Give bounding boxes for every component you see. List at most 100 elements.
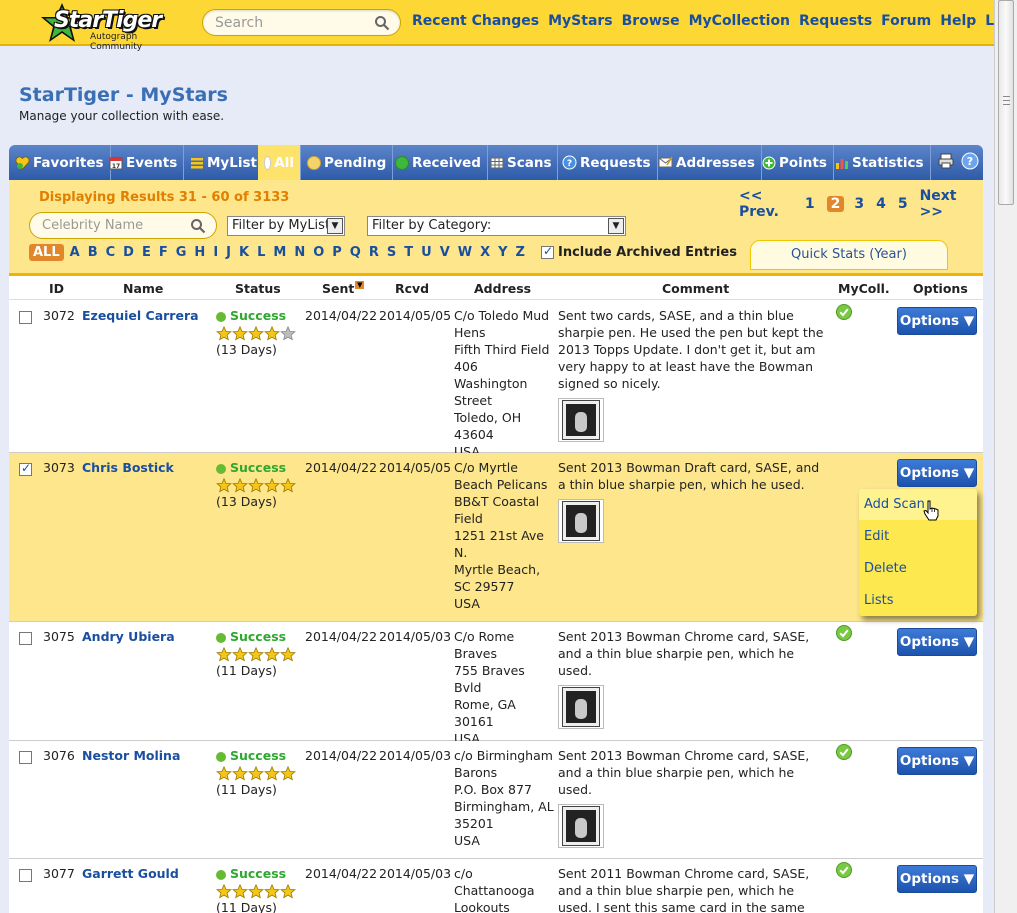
card-scan-thumbnail[interactable] xyxy=(558,685,604,729)
row-options-button[interactable]: Options ▼ xyxy=(897,459,977,487)
pager-page-5[interactable]: 5 xyxy=(898,196,908,212)
col-rcvd[interactable]: Rcvd xyxy=(395,281,429,296)
pager-next[interactable]: Next >> xyxy=(920,188,971,220)
alpha-filter-n[interactable]: N xyxy=(294,245,305,260)
alpha-filter-u[interactable]: U xyxy=(421,245,432,260)
tab-pending[interactable]: Pending xyxy=(301,145,394,180)
scrollbar-thumb[interactable] xyxy=(998,0,1014,205)
row-options-button[interactable]: Options ▼ xyxy=(897,628,977,656)
pager-prev[interactable]: << Prev. xyxy=(739,188,793,220)
tab-addresses[interactable]: Addresses xyxy=(652,145,762,180)
row-options-button[interactable]: Options ▼ xyxy=(897,747,977,775)
card-scan-thumbnail[interactable] xyxy=(558,499,604,543)
alpha-filter-e[interactable]: E xyxy=(142,245,151,260)
menu-item-add-scan[interactable]: Add Scan xyxy=(864,497,925,512)
alpha-filter-j[interactable]: J xyxy=(226,245,231,260)
row-celebrity-name[interactable]: Chris Bostick xyxy=(82,459,174,476)
quick-stats-tab[interactable]: Quick Stats (Year) xyxy=(750,240,948,270)
alpha-filter-all[interactable]: ALL xyxy=(29,244,64,261)
alpha-filter-k[interactable]: K xyxy=(239,245,249,260)
search-icon[interactable] xyxy=(374,15,390,31)
card-scan-thumbnail[interactable] xyxy=(558,398,604,442)
rating-stars xyxy=(216,647,296,662)
col-status[interactable]: Status xyxy=(235,281,281,296)
tab-scans[interactable]: Scans xyxy=(484,145,559,180)
celebrity-search xyxy=(29,212,217,239)
alpha-filter-q[interactable]: Q xyxy=(350,245,361,260)
alpha-filter-d[interactable]: D xyxy=(123,245,134,260)
menu-item-lists[interactable]: Lists xyxy=(864,593,894,608)
alpha-filter-s[interactable]: S xyxy=(387,245,396,260)
row-options-button[interactable]: Options ▼ xyxy=(897,865,977,893)
nav-logout[interactable]: Logout xyxy=(985,13,994,29)
tab-favorites[interactable]: Favorites xyxy=(9,145,111,180)
menu-item-delete[interactable]: Delete xyxy=(864,561,907,576)
page-scrollbar[interactable] xyxy=(994,0,1017,913)
col-name[interactable]: Name xyxy=(123,281,163,296)
row-options-button[interactable]: Options ▼ xyxy=(897,307,977,335)
nav-browse[interactable]: Browse xyxy=(622,13,680,29)
help-icon[interactable]: ? xyxy=(961,152,979,170)
pager-page-4[interactable]: 4 xyxy=(876,196,886,212)
celebrity-name-input[interactable] xyxy=(40,217,180,234)
alpha-filter-v[interactable]: V xyxy=(440,245,450,260)
status-text: Success xyxy=(230,748,287,763)
tab-mylist[interactable]: MyList xyxy=(184,145,264,180)
tab-points[interactable]: Points xyxy=(756,145,834,180)
row-select-checkbox[interactable] xyxy=(19,461,32,476)
col-sent[interactable]: Sent ▼ xyxy=(322,281,365,296)
filter-category-select[interactable]: Filter by Category: ▼ xyxy=(367,216,626,236)
alpha-filter-f[interactable]: F xyxy=(159,245,168,260)
row-celebrity-name[interactable]: Ezequiel Carrera xyxy=(82,307,199,324)
row-celebrity-name[interactable]: Andry Ubiera xyxy=(82,628,175,645)
nav-recent-changes[interactable]: Recent Changes xyxy=(412,13,539,29)
row-select-checkbox[interactable] xyxy=(19,632,32,645)
alpha-filter-b[interactable]: B xyxy=(88,245,98,260)
alpha-filter-i[interactable]: I xyxy=(213,245,218,260)
nav-mystars[interactable]: MyStars xyxy=(548,13,613,29)
col-comment[interactable]: Comment xyxy=(662,281,729,296)
alpha-filter-w[interactable]: W xyxy=(458,245,472,260)
filter-mylist-select[interactable]: Filter by MyList: ▼ xyxy=(227,216,345,236)
col-id[interactable]: ID xyxy=(49,281,64,296)
row-celebrity-name[interactable]: Nestor Molina xyxy=(82,747,180,764)
site-search-input[interactable] xyxy=(213,14,373,32)
startiger-logo[interactable]: StarTiger Autograph Community xyxy=(40,2,190,52)
nav-help[interactable]: Help xyxy=(940,13,976,29)
nav-requests[interactable]: Requests xyxy=(799,13,872,29)
alpha-filter-m[interactable]: M xyxy=(273,245,286,260)
col-mycoll[interactable]: MyColl. xyxy=(838,281,890,296)
search-icon[interactable] xyxy=(190,218,206,234)
tab-received[interactable]: Received xyxy=(389,145,488,180)
print-icon[interactable] xyxy=(937,152,955,170)
include-archived[interactable]: Include Archived Entries xyxy=(541,244,737,260)
alpha-filter-g[interactable]: G xyxy=(176,245,187,260)
row-select-checkbox[interactable] xyxy=(19,751,32,764)
menu-item-edit[interactable]: Edit xyxy=(864,529,889,544)
tab-statistics[interactable]: Statistics xyxy=(829,145,931,180)
alpha-filter-h[interactable]: H xyxy=(194,245,205,260)
alpha-filter-t[interactable]: T xyxy=(404,245,413,260)
pager-page-1[interactable]: 1 xyxy=(805,196,815,212)
nav-mycollection[interactable]: MyCollection xyxy=(689,13,790,29)
tab-all[interactable]: All xyxy=(258,145,301,180)
row-select-checkbox[interactable] xyxy=(19,869,32,882)
pager-page-3[interactable]: 3 xyxy=(854,196,864,212)
alpha-filter-p[interactable]: P xyxy=(332,245,342,260)
col-address[interactable]: Address xyxy=(474,281,531,296)
alpha-filter-z[interactable]: Z xyxy=(516,245,525,260)
alpha-filter-r[interactable]: R xyxy=(369,245,379,260)
tab-requests[interactable]: ? Requests xyxy=(556,145,658,180)
nav-forum[interactable]: Forum xyxy=(881,13,931,29)
alpha-filter-c[interactable]: C xyxy=(106,245,116,260)
row-celebrity-name[interactable]: Garrett Gould xyxy=(82,865,179,882)
alpha-filter-y[interactable]: Y xyxy=(498,245,507,260)
alpha-filter-o[interactable]: O xyxy=(313,245,324,260)
row-select-checkbox[interactable] xyxy=(19,311,32,324)
alpha-filter-a[interactable]: A xyxy=(70,245,80,260)
tab-events[interactable]: 17 Events xyxy=(103,145,185,180)
alpha-filter-x[interactable]: X xyxy=(480,245,490,260)
alpha-filter-l[interactable]: L xyxy=(257,245,265,260)
card-scan-thumbnail[interactable] xyxy=(558,804,604,848)
include-archived-checkbox[interactable] xyxy=(541,244,554,259)
